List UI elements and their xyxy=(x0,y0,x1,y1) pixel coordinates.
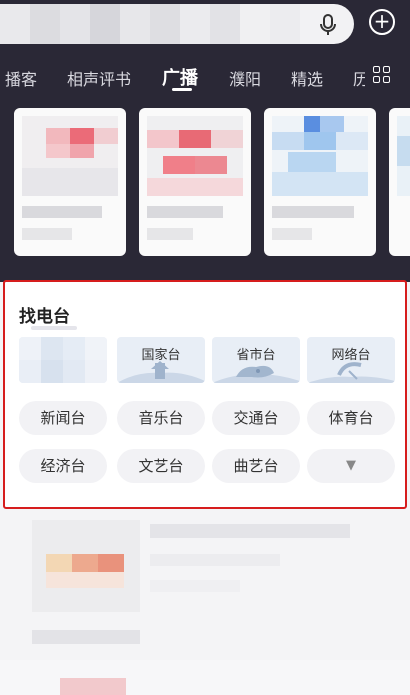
panel-title: 找电台 xyxy=(19,307,70,327)
card-image-blur xyxy=(147,116,243,196)
list-item-image-blur xyxy=(72,554,98,572)
card-text-blur xyxy=(22,228,72,240)
grid-icon[interactable] xyxy=(373,66,391,84)
recommendation-list-blur xyxy=(0,510,410,695)
expand-more-button[interactable]: ▼ xyxy=(307,449,395,483)
microphone-icon[interactable] xyxy=(318,14,338,36)
card-image-blur xyxy=(397,116,410,196)
category-tabs: 播客 相声评书 广播 濮阳 精选 历 xyxy=(0,60,410,100)
internet-radio-card[interactable]: 网络台 xyxy=(307,337,395,383)
banner-card[interactable] xyxy=(139,108,251,256)
card-text-blur xyxy=(147,228,193,240)
news-radio-button[interactable]: 新闻台 xyxy=(19,401,107,435)
tab-puyang[interactable]: 濮阳 xyxy=(229,66,261,90)
tab-podcast[interactable]: 播客 xyxy=(5,66,37,90)
header-area: + 播客 相声评书 广播 濮阳 精选 历 xyxy=(0,0,410,282)
list-item-image-blur xyxy=(98,554,124,572)
list-item-text-blur xyxy=(32,630,140,644)
list-item-image-blur xyxy=(60,678,126,695)
traffic-radio-button[interactable]: 交通台 xyxy=(212,401,300,435)
list-item-text-blur xyxy=(150,580,240,592)
chevron-down-icon: ▼ xyxy=(346,458,356,473)
map-illustration xyxy=(212,365,300,383)
music-radio-button[interactable]: 音乐台 xyxy=(117,401,205,435)
economy-radio-button[interactable]: 经济台 xyxy=(19,449,107,483)
title-underline xyxy=(31,326,77,330)
building-illustration xyxy=(117,361,205,383)
list-item-text-blur xyxy=(150,524,350,538)
search-placeholder-blur xyxy=(0,4,300,44)
local-radio-card[interactable] xyxy=(19,337,107,383)
list-item-text-blur xyxy=(150,554,280,566)
search-bar[interactable] xyxy=(0,4,354,44)
tab-featured[interactable]: 精选 xyxy=(291,66,323,90)
banner-cards xyxy=(0,108,410,258)
active-tab-indicator xyxy=(172,88,192,91)
sports-radio-button[interactable]: 体育台 xyxy=(307,401,395,435)
card-text-blur xyxy=(147,206,223,218)
tab-history[interactable]: 历 xyxy=(353,66,365,90)
card-image-blur xyxy=(272,116,368,196)
card-text-blur xyxy=(22,206,102,218)
banner-card[interactable] xyxy=(389,108,410,256)
satellite-illustration xyxy=(307,362,395,383)
list-item-image-blur xyxy=(46,572,124,588)
list-item-image-blur xyxy=(46,554,72,572)
opera-radio-button[interactable]: 曲艺台 xyxy=(212,449,300,483)
card-text-blur xyxy=(272,206,354,218)
plus-circle-icon[interactable]: + xyxy=(369,9,395,35)
tab-radio[interactable]: 广播 xyxy=(162,64,198,90)
provincial-radio-card[interactable]: 省市台 xyxy=(212,337,300,383)
arts-radio-button[interactable]: 文艺台 xyxy=(117,449,205,483)
tab-crosstalk[interactable]: 相声评书 xyxy=(67,66,131,90)
find-radio-panel: 找电台 国家台 省市台 网络台 新闻台 音乐台 交通台 体育台 经济台 文艺台 xyxy=(3,280,407,509)
banner-card[interactable] xyxy=(264,108,376,256)
national-radio-card[interactable]: 国家台 xyxy=(117,337,205,383)
banner-card[interactable] xyxy=(14,108,126,256)
card-text-blur xyxy=(272,228,312,240)
card-image-blur xyxy=(22,116,118,196)
